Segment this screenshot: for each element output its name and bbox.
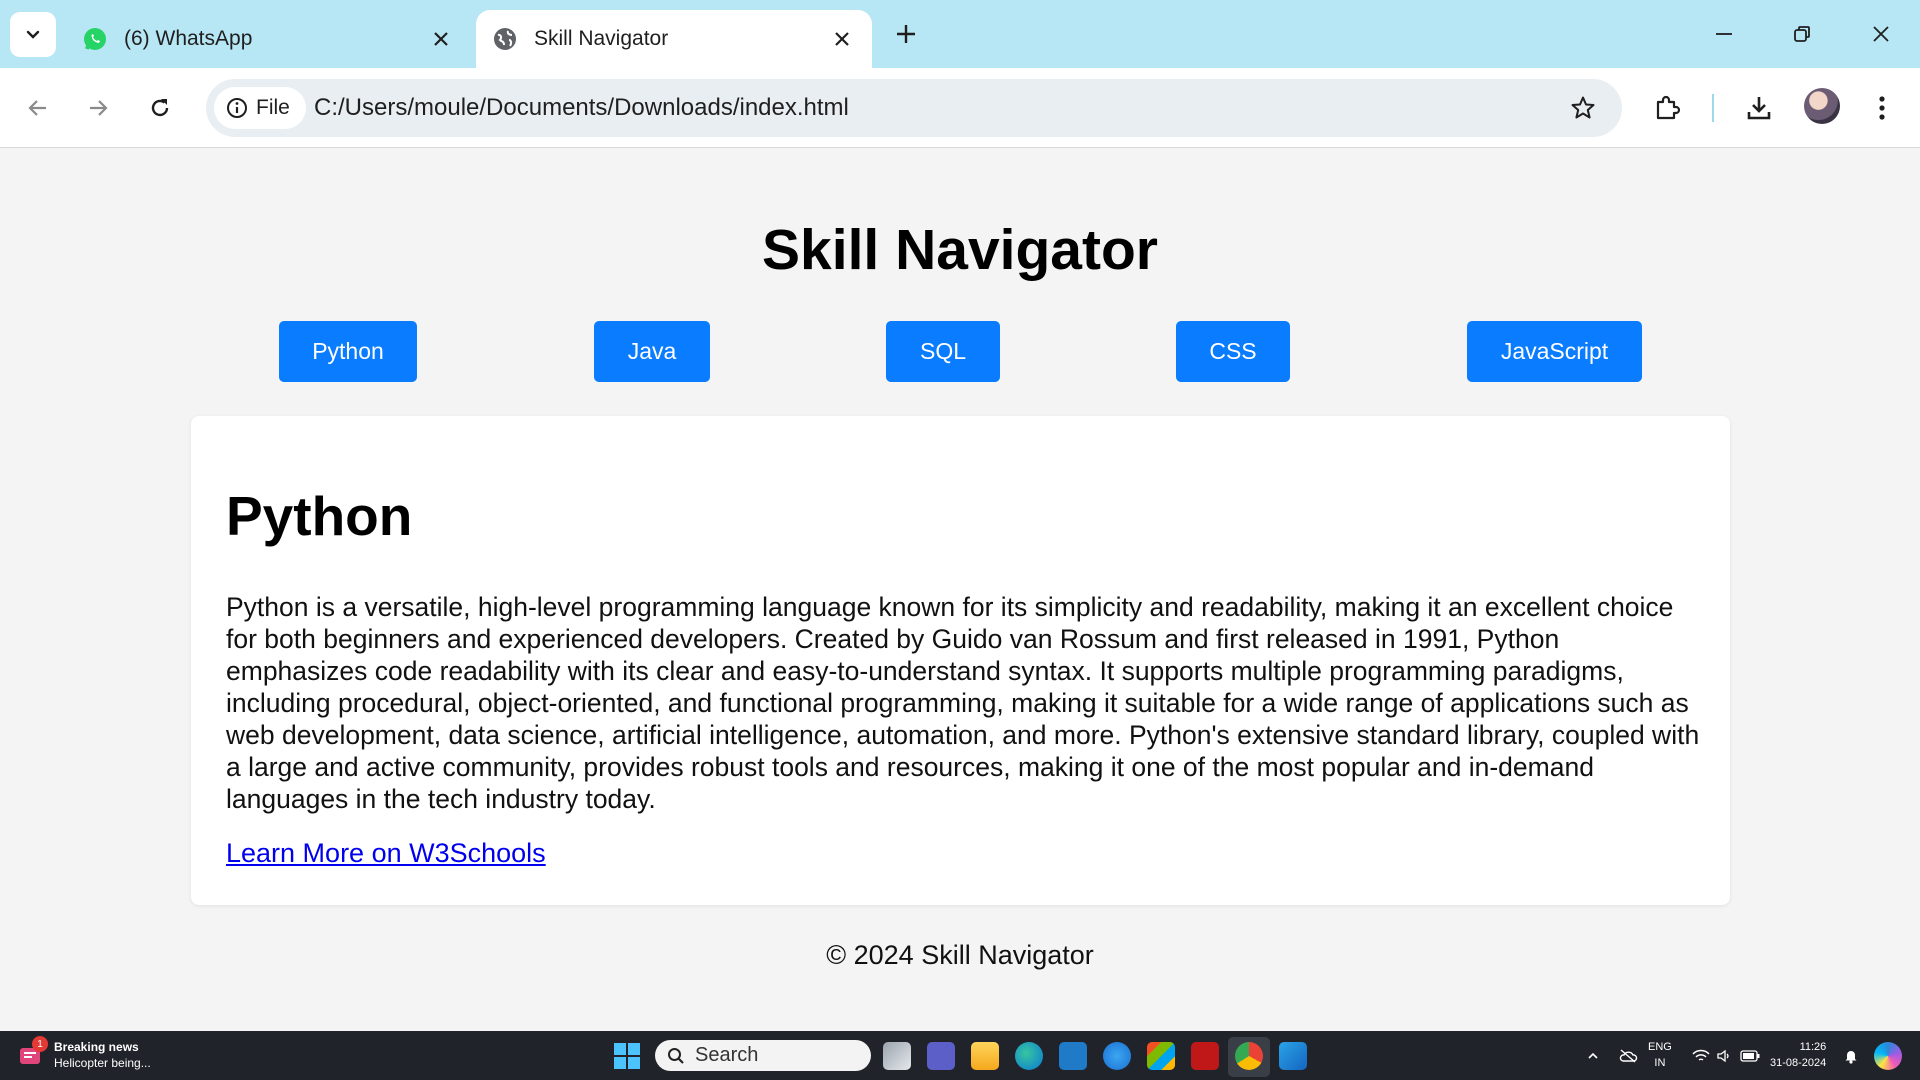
tab-search-button[interactable] [10,12,56,57]
wifi-icon[interactable] [1692,1031,1710,1080]
more-vertical-icon [1879,96,1885,120]
restore-icon [1794,26,1810,42]
downloads-button[interactable] [1737,86,1781,130]
news-title: Breaking news [54,1040,139,1054]
language-primary: ENG [1648,1041,1672,1053]
tab-whatsapp[interactable]: (6) WhatsApp [66,10,471,68]
search-label: Search [695,1044,759,1066]
info-icon [227,98,247,118]
edge-icon[interactable] [1015,1042,1043,1070]
arrow-right-icon [90,100,108,116]
toolbar-separator [1712,94,1714,122]
learn-more-link[interactable]: Learn More on W3Schools [226,838,546,869]
battery-icon[interactable] [1740,1031,1760,1080]
close-window-button[interactable] [1853,12,1909,56]
page-title: Skill Navigator [762,218,1158,282]
store-icon[interactable] [1147,1042,1175,1070]
close-icon [835,32,849,46]
bookmark-button[interactable] [1566,91,1600,125]
java-button[interactable]: Java [594,321,710,382]
restore-button[interactable] [1774,12,1830,56]
windows-start-icon[interactable] [614,1043,640,1069]
news-subtitle: Helicopter being... [54,1056,151,1070]
news-badge: 1 [32,1036,48,1052]
news-widget[interactable]: 1 Breaking news Helicopter being... [18,1036,151,1071]
whatsapp-icon [82,26,108,52]
css-button[interactable]: CSS [1176,321,1290,382]
volume-icon[interactable] [1716,1031,1732,1080]
browser-toolbar: File C:/Users/moule/Documents/Downloads/… [0,68,1920,148]
task-view-icon[interactable] [883,1042,911,1070]
notification-bell-icon[interactable] [1843,1031,1859,1080]
tab-title: (6) WhatsApp [124,27,253,50]
skill-card: Python Python is a versatile, high-level… [191,416,1730,905]
tab-title: Skill Navigator [534,27,669,50]
forward-button[interactable] [76,86,120,130]
tab-skill-navigator[interactable]: Skill Navigator [476,10,872,68]
language-indicator[interactable]: ENG IN [1648,1039,1672,1071]
taskbar-search[interactable]: Search [655,1040,871,1071]
taskbar-clock[interactable]: 11:26 31-08-2024 [1770,1039,1826,1071]
minimize-button[interactable] [1696,12,1752,56]
mydp-icon[interactable] [1059,1042,1087,1070]
url-text[interactable]: C:/Users/moule/Documents/Downloads/index… [314,94,849,122]
arrow-left-icon [28,100,46,116]
globe-icon [492,26,518,52]
teams-icon[interactable] [927,1042,955,1070]
python-button[interactable]: Python [279,321,417,382]
photos-icon[interactable] [1279,1042,1307,1070]
site-chip-label: File [256,96,290,119]
chevron-down-icon [26,30,40,39]
tab-strip: (6) WhatsApp Skill Navigator [0,0,1920,68]
mcafee-icon[interactable] [1191,1042,1219,1070]
close-icon [1873,26,1889,42]
extensions-button[interactable] [1645,86,1689,130]
close-tab-button[interactable] [423,21,459,57]
close-tab-button[interactable] [824,21,860,57]
show-hidden-icons-button[interactable] [1586,1031,1600,1080]
card-heading: Python [226,485,413,547]
file-explorer-icon[interactable] [971,1042,999,1070]
clock-date: 31-08-2024 [1770,1057,1827,1069]
close-icon [434,32,448,46]
sql-button[interactable]: SQL [886,321,1000,382]
minimize-icon [1716,33,1732,35]
help-icon[interactable] [1103,1042,1131,1070]
reload-icon [151,99,169,117]
menu-button[interactable] [1860,86,1904,130]
onedrive-offline-icon[interactable] [1618,1031,1638,1080]
news-icon: 1 [18,1036,48,1068]
chevron-up-icon [1588,1052,1598,1059]
back-button[interactable] [16,86,60,130]
language-secondary: IN [1654,1057,1666,1069]
footer-text: © 2024 Skill Navigator [826,940,1094,970]
puzzle-icon [1656,95,1681,120]
javascript-button[interactable]: JavaScript [1467,321,1642,382]
card-description: Python is a versatile, high-level progra… [226,592,1700,814]
star-icon [1571,96,1595,119]
reload-button[interactable] [138,86,182,130]
search-icon [668,1047,684,1064]
download-icon [1747,97,1771,120]
copilot-icon[interactable] [1874,1042,1902,1070]
site-info-chip[interactable]: File [214,87,306,129]
page-content: Skill Navigator Python Java SQL CSS Java… [0,149,1920,1031]
new-tab-button[interactable] [886,14,926,54]
plus-icon [897,25,915,43]
chrome-icon[interactable] [1235,1042,1263,1070]
profile-avatar[interactable] [1804,88,1840,124]
clock-time: 11:26 [1799,1041,1827,1053]
taskbar: 1 Breaking news Helicopter being... Sear… [0,1031,1920,1080]
address-bar[interactable]: File C:/Users/moule/Documents/Downloads/… [206,79,1622,137]
